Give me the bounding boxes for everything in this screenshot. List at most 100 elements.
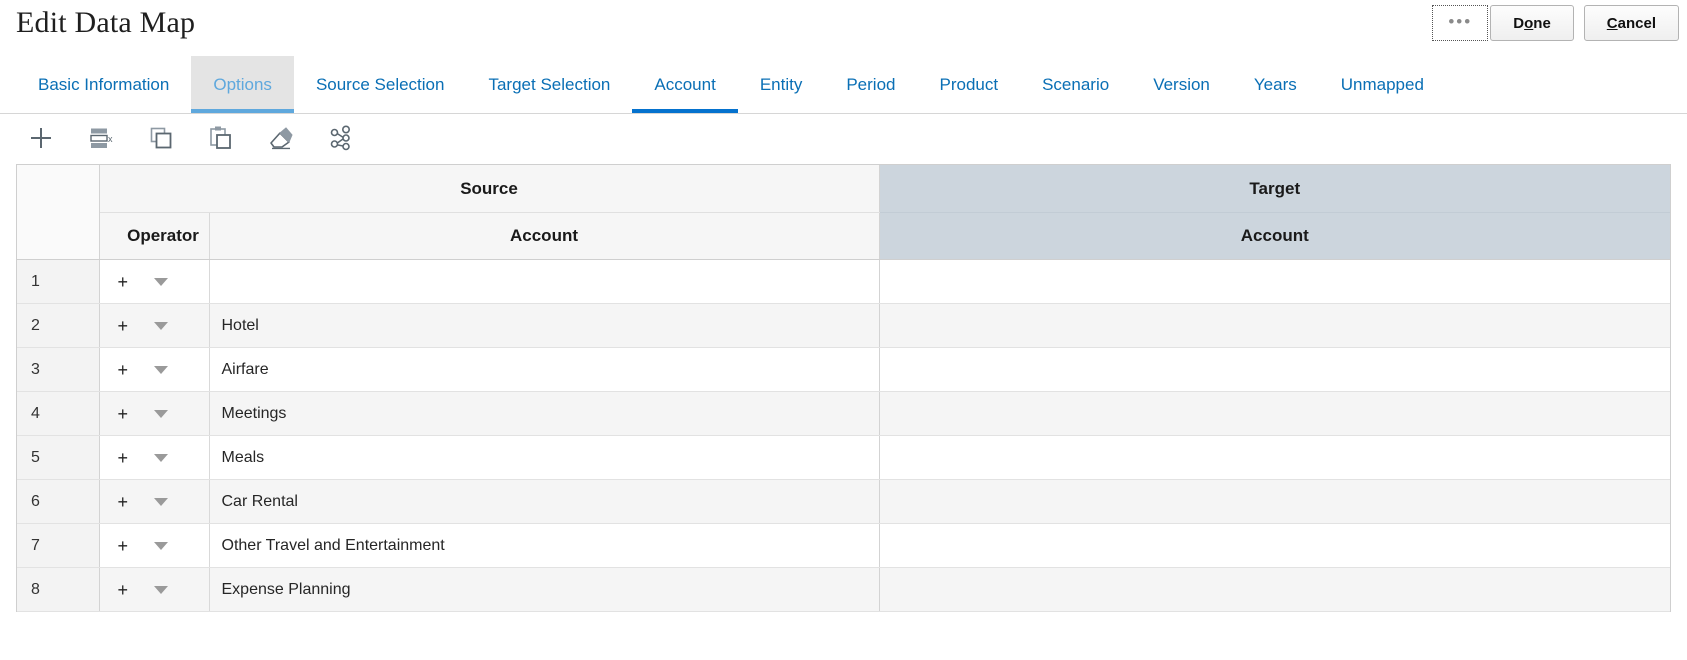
- target-account-cell[interactable]: [879, 304, 1670, 348]
- tab-label: Basic Information: [38, 75, 169, 95]
- source-account-cell[interactable]: Car Rental: [209, 480, 879, 524]
- chevron-down-icon[interactable]: [154, 454, 168, 462]
- operator-value: +: [118, 361, 129, 379]
- operator-column-header[interactable]: Operator: [99, 213, 209, 260]
- target-account-cell[interactable]: [879, 392, 1670, 436]
- delete-row-icon: x: [88, 125, 114, 151]
- clear-icon: [268, 125, 294, 151]
- grid-toolbar: x: [0, 114, 1687, 162]
- chevron-down-icon[interactable]: [154, 542, 168, 550]
- tab-label: Target Selection: [488, 75, 610, 95]
- source-group-header: Source: [99, 165, 879, 213]
- tab-version[interactable]: Version: [1131, 56, 1232, 113]
- row-number: 7: [17, 524, 99, 568]
- map-members-button[interactable]: [326, 123, 356, 153]
- operator-cell[interactable]: +: [99, 348, 209, 392]
- operator-cell[interactable]: +: [99, 524, 209, 568]
- operator-cell[interactable]: +: [99, 304, 209, 348]
- operator-value: +: [118, 273, 129, 291]
- source-account-cell[interactable]: Meals: [209, 436, 879, 480]
- delete-row-button[interactable]: x: [86, 123, 116, 153]
- cancel-button[interactable]: Cancel: [1584, 5, 1679, 41]
- tab-product[interactable]: Product: [917, 56, 1020, 113]
- tab-period[interactable]: Period: [824, 56, 917, 113]
- chevron-down-icon[interactable]: [154, 586, 168, 594]
- table-row[interactable]: 2 + Hotel: [17, 304, 1670, 348]
- operator-value: +: [118, 317, 129, 335]
- tab-label: Account: [654, 75, 715, 95]
- header-actions: ••• Done Cancel: [1432, 5, 1679, 41]
- table-row[interactable]: 8 + Expense Planning: [17, 568, 1670, 612]
- source-account-cell[interactable]: Meetings: [209, 392, 879, 436]
- operator-cell[interactable]: +: [99, 480, 209, 524]
- tab-target-selection[interactable]: Target Selection: [466, 56, 632, 113]
- tab-entity[interactable]: Entity: [738, 56, 825, 113]
- chevron-down-icon[interactable]: [154, 322, 168, 330]
- operator-cell[interactable]: +: [99, 436, 209, 480]
- row-number: 2: [17, 304, 99, 348]
- tab-label: Period: [846, 75, 895, 95]
- column-header-row: Operator Account Account: [17, 213, 1670, 260]
- tab-basic-information[interactable]: Basic Information: [16, 56, 191, 113]
- data-map-grid: Source Target Operator Account Account 1…: [16, 164, 1671, 612]
- operator-cell[interactable]: +: [99, 568, 209, 612]
- tab-label: Product: [939, 75, 998, 95]
- source-account-cell[interactable]: Expense Planning: [209, 568, 879, 612]
- chevron-down-icon[interactable]: [154, 278, 168, 286]
- operator-value: +: [118, 405, 129, 423]
- table-row[interactable]: 1 +: [17, 260, 1670, 304]
- tab-scenario[interactable]: Scenario: [1020, 56, 1131, 113]
- row-number: 4: [17, 392, 99, 436]
- clear-button[interactable]: [266, 123, 296, 153]
- operator-value: +: [118, 537, 129, 555]
- overflow-menu-button[interactable]: •••: [1432, 5, 1488, 41]
- row-number: 1: [17, 260, 99, 304]
- paste-button[interactable]: [206, 123, 236, 153]
- operator-cell[interactable]: +: [99, 260, 209, 304]
- source-account-cell[interactable]: [209, 260, 879, 304]
- row-number: 3: [17, 348, 99, 392]
- row-number: 6: [17, 480, 99, 524]
- target-account-cell[interactable]: [879, 436, 1670, 480]
- operator-cell[interactable]: +: [99, 392, 209, 436]
- target-account-cell[interactable]: [879, 568, 1670, 612]
- hierarchy-icon: [328, 125, 354, 151]
- tab-label: Options: [213, 75, 272, 95]
- mapping-table: Source Target Operator Account Account 1…: [17, 165, 1670, 612]
- target-account-cell[interactable]: [879, 480, 1670, 524]
- operator-value: +: [118, 449, 129, 467]
- source-account-cell[interactable]: Other Travel and Entertainment: [209, 524, 879, 568]
- target-account-column-header[interactable]: Account: [879, 213, 1670, 260]
- tab-years[interactable]: Years: [1232, 56, 1319, 113]
- add-row-button[interactable]: [26, 123, 56, 153]
- tab-label: Unmapped: [1341, 75, 1424, 95]
- ellipsis-icon: •••: [1448, 13, 1472, 30]
- table-body: 1 + 2 + Hotel: [17, 260, 1670, 612]
- group-header-row: Source Target: [17, 165, 1670, 213]
- source-account-column-header[interactable]: Account: [209, 213, 879, 260]
- copy-button[interactable]: [146, 123, 176, 153]
- table-row[interactable]: 4 + Meetings: [17, 392, 1670, 436]
- source-account-cell[interactable]: Hotel: [209, 304, 879, 348]
- table-row[interactable]: 5 + Meals: [17, 436, 1670, 480]
- paste-icon: [208, 125, 234, 151]
- tab-label: Source Selection: [316, 75, 445, 95]
- tab-unmapped[interactable]: Unmapped: [1319, 56, 1446, 113]
- target-account-cell[interactable]: [879, 524, 1670, 568]
- done-button[interactable]: Done: [1490, 5, 1574, 41]
- target-group-header: Target: [879, 165, 1670, 213]
- chevron-down-icon[interactable]: [154, 366, 168, 374]
- target-account-cell[interactable]: [879, 348, 1670, 392]
- source-account-cell[interactable]: Airfare: [209, 348, 879, 392]
- tab-source-selection[interactable]: Source Selection: [294, 56, 467, 113]
- target-account-cell[interactable]: [879, 260, 1670, 304]
- table-row[interactable]: 7 + Other Travel and Entertainment: [17, 524, 1670, 568]
- tab-account[interactable]: Account: [632, 56, 737, 113]
- chevron-down-icon[interactable]: [154, 498, 168, 506]
- tab-options[interactable]: Options: [191, 56, 294, 113]
- chevron-down-icon[interactable]: [154, 410, 168, 418]
- table-row[interactable]: 3 + Airfare: [17, 348, 1670, 392]
- table-row[interactable]: 6 + Car Rental: [17, 480, 1670, 524]
- tab-label: Entity: [760, 75, 803, 95]
- operator-value: +: [118, 581, 129, 599]
